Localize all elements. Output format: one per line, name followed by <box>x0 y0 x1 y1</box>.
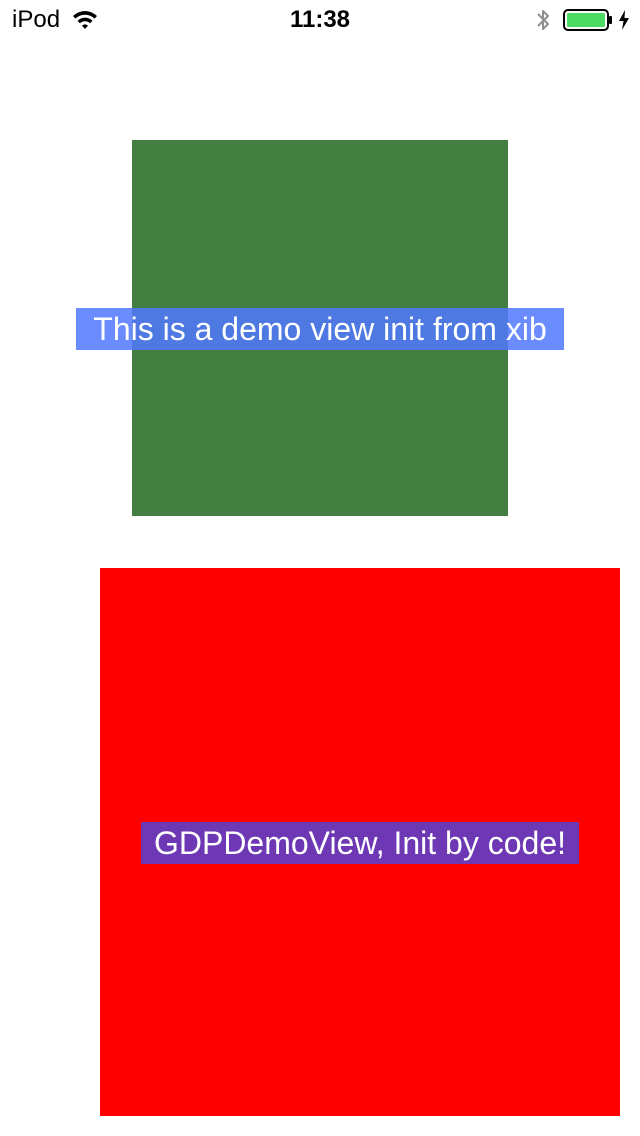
status-bar: iPod 11:38 <box>0 0 640 40</box>
charging-bolt-icon <box>618 9 630 31</box>
xib-demo-label: This is a demo view init from xib <box>76 308 564 350</box>
code-demo-label: GDPDemoView, Init by code! <box>141 822 579 864</box>
bluetooth-icon <box>535 7 551 33</box>
battery-icon <box>563 9 613 31</box>
